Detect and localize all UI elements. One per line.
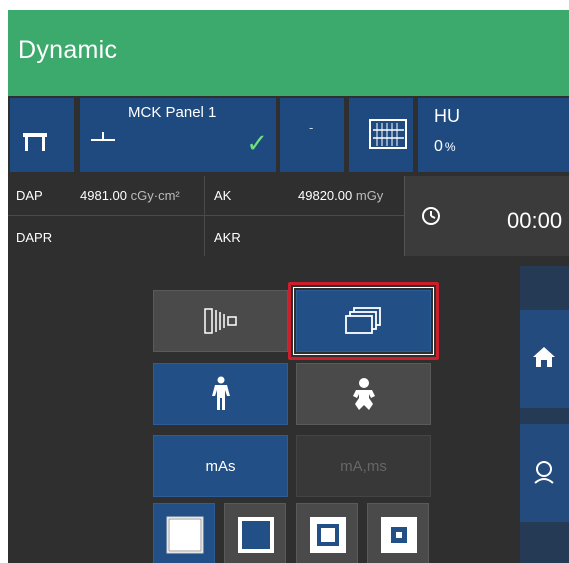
dap-number: 4981.00 — [80, 188, 127, 203]
clock-icon — [422, 207, 440, 225]
ak-value: 49820.00 mGy — [298, 188, 383, 203]
ma-ms-mode-button[interactable]: mA,ms — [296, 435, 431, 497]
adult-icon — [211, 376, 230, 410]
dap-label: DAP — [16, 188, 43, 203]
divider — [8, 215, 404, 216]
page-title: Dynamic — [18, 36, 118, 64]
header: Dynamic — [8, 10, 569, 96]
hu-label: HU — [434, 106, 460, 126]
field-size-small-button[interactable] — [296, 503, 358, 563]
hu-display[interactable]: HU 0% — [418, 98, 569, 172]
option-button[interactable]: - — [280, 98, 344, 172]
pediatric-patient-button[interactable] — [296, 363, 431, 425]
grid-icon — [369, 119, 407, 149]
mas-mode-button[interactable]: mAs — [153, 435, 288, 497]
field-smallest-icon — [381, 517, 417, 553]
ak-label: AK — [214, 188, 232, 203]
detector-panel-button[interactable]: MCK Panel 1 ✓ — [80, 98, 276, 172]
field-size-medium-button[interactable] — [224, 503, 286, 563]
field-medium-icon — [238, 517, 274, 553]
dapr-label: DAPR — [16, 230, 53, 245]
toolbar: MCK Panel 1 ✓ - HU 0% — [8, 96, 569, 176]
option-label: - — [309, 120, 314, 135]
hu-value-number: 0 — [434, 138, 443, 155]
user-icon — [534, 461, 554, 484]
dose-panel: DAP 4981.00 cGy·cm² AK 49820.00 mGy DAPR… — [8, 176, 404, 256]
collimator-mode-button[interactable] — [153, 290, 288, 352]
table-icon — [23, 133, 47, 151]
timer-value: 00:00 — [507, 208, 563, 233]
field-large-icon — [166, 516, 204, 554]
ak-number: 49820.00 — [298, 188, 353, 203]
field-size-large-button[interactable] — [153, 503, 215, 563]
sidebar-item-user[interactable] — [520, 424, 569, 522]
main-panel: mAs mA,ms — [8, 256, 520, 563]
table-button[interactable] — [10, 98, 74, 172]
dap-value: 4981.00 cGy·cm² — [80, 188, 180, 203]
field-size-smallest-button[interactable] — [367, 503, 429, 563]
akr-label: AKR — [214, 230, 241, 245]
grid-button[interactable] — [349, 98, 413, 172]
divider — [204, 176, 205, 256]
adult-patient-button[interactable] — [153, 363, 288, 425]
check-icon: ✓ — [246, 128, 268, 158]
timer-display[interactable]: 00:00 — [404, 176, 569, 256]
home-icon — [533, 347, 555, 367]
baby-icon — [352, 378, 375, 410]
collimator-icon — [203, 308, 237, 334]
ak-unit: mGy — [355, 188, 384, 203]
hu-value: 0% — [434, 138, 456, 156]
app-frame: Dynamic MCK Panel 1 ✓ - HU 0 % DAP 4981.… — [8, 10, 569, 563]
sidebar — [520, 266, 569, 563]
detector-panel-label: MCK Panel 1 — [128, 104, 217, 121]
detector-icon — [91, 132, 115, 141]
selection-focus — [293, 287, 434, 355]
hu-unit: % — [444, 140, 456, 154]
sidebar-item-home[interactable] — [520, 310, 569, 408]
field-small-icon — [310, 517, 346, 553]
dap-unit: cGy·cm² — [130, 188, 180, 203]
